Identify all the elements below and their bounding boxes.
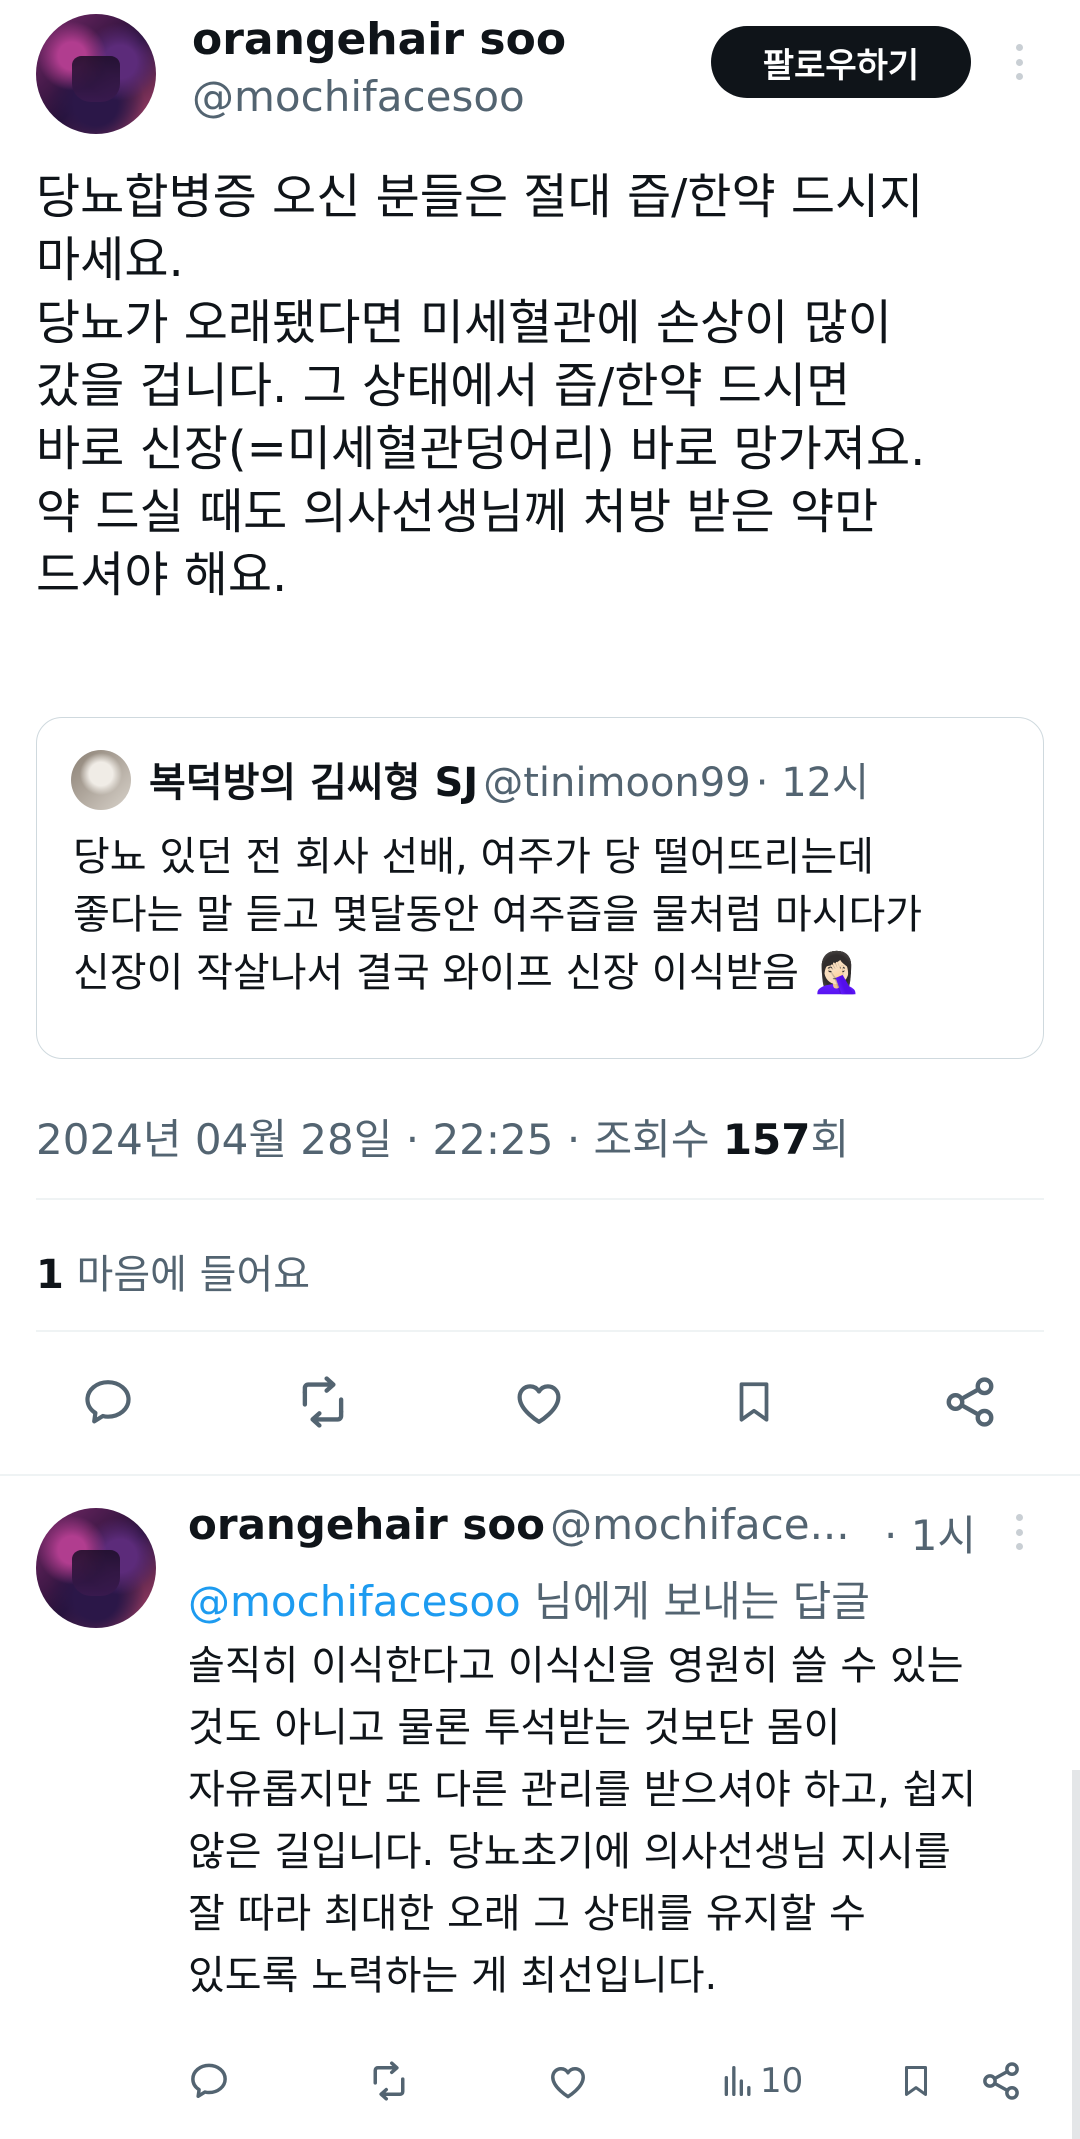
author-display-name[interactable]: orangehair soo [192,14,566,65]
author-avatar[interactable] [36,14,156,134]
kebab-icon[interactable] [1012,1514,1026,1550]
replying-to: @mochifacesoo 님에게 보내는 답글 [188,1568,870,1629]
likes-label: 마음에 들어요 [63,1252,311,1298]
scrollbar[interactable] [1072,1770,1080,2139]
quoted-author-avatar [71,750,131,810]
reply-author-avatar[interactable] [36,1508,156,1628]
tweet-date: 2024년 04월 28일 · 22:25 · 조회수 [36,1115,723,1164]
views-button[interactable]: 10 [718,2058,803,2104]
thread-separator [0,1474,1080,1476]
reply-icon[interactable] [78,1372,138,1432]
reply-icon[interactable] [186,2058,232,2104]
quoted-tweet-text: 당뇨 있던 전 회사 선배, 여주가 당 떨어뜨리는데 좋다는 말 듣고 몇달동… [73,834,923,996]
follow-button[interactable]: 팔로우하기 [711,26,971,98]
quoted-tweet-time: · 12시 [755,760,869,806]
retweet-icon[interactable] [364,2058,414,2104]
bookmark-icon[interactable] [726,1372,782,1432]
reply-to-suffix: 님에게 보내는 답글 [520,1577,870,1626]
like-icon[interactable] [544,2058,592,2104]
quoted-author-name: 복덕방의 김씨형 SJ [149,760,479,806]
tweet-timestamp-views: 2024년 04월 28일 · 22:25 · 조회수 157회 [36,1106,849,1167]
like-icon[interactable] [508,1372,570,1432]
reply-to-mention[interactable]: @mochifacesoo [188,1577,521,1626]
quoted-tweet-card[interactable]: 복덕방의 김씨형 SJ @tinimoon99 · 12시 당뇨 있던 전 회사… [36,717,1044,1059]
share-icon[interactable] [978,2058,1024,2104]
divider [36,1330,1044,1332]
likes-count: 1 [36,1252,64,1298]
reply-text: 솔직히 이식한다고 이식신을 영원히 쓸 수 있는 것도 아니고 물론 투석받는… [188,1643,977,1999]
retweet-icon[interactable] [290,1372,356,1432]
views-count: 10 [760,2061,804,2101]
view-count-suffix: 회 [810,1115,850,1164]
share-icon[interactable] [940,1372,1000,1432]
likes-summary[interactable]: 1 마음에 들어요 [36,1242,310,1300]
reply-time: · 1시 [884,1511,977,1560]
bookmark-icon[interactable] [895,2058,937,2104]
view-count: 157 [722,1115,811,1164]
tweet-text: 당뇨합병증 오신 분들은 절대 즙/한약 드시지 마세요. 당뇨가 오래됐다면 … [36,169,926,603]
kebab-icon[interactable] [1012,44,1026,80]
reply-author-name[interactable]: orangehair soo [188,1500,545,1549]
reply-author-handle[interactable]: @mochiface... [550,1500,850,1549]
quoted-author-handle: @tinimoon99 [483,760,751,806]
reply-header: orangehair soo @mochiface... [188,1500,850,1549]
divider [36,1198,1044,1200]
views-icon [718,2061,758,2101]
author-handle[interactable]: @mochifacesoo [192,72,525,121]
